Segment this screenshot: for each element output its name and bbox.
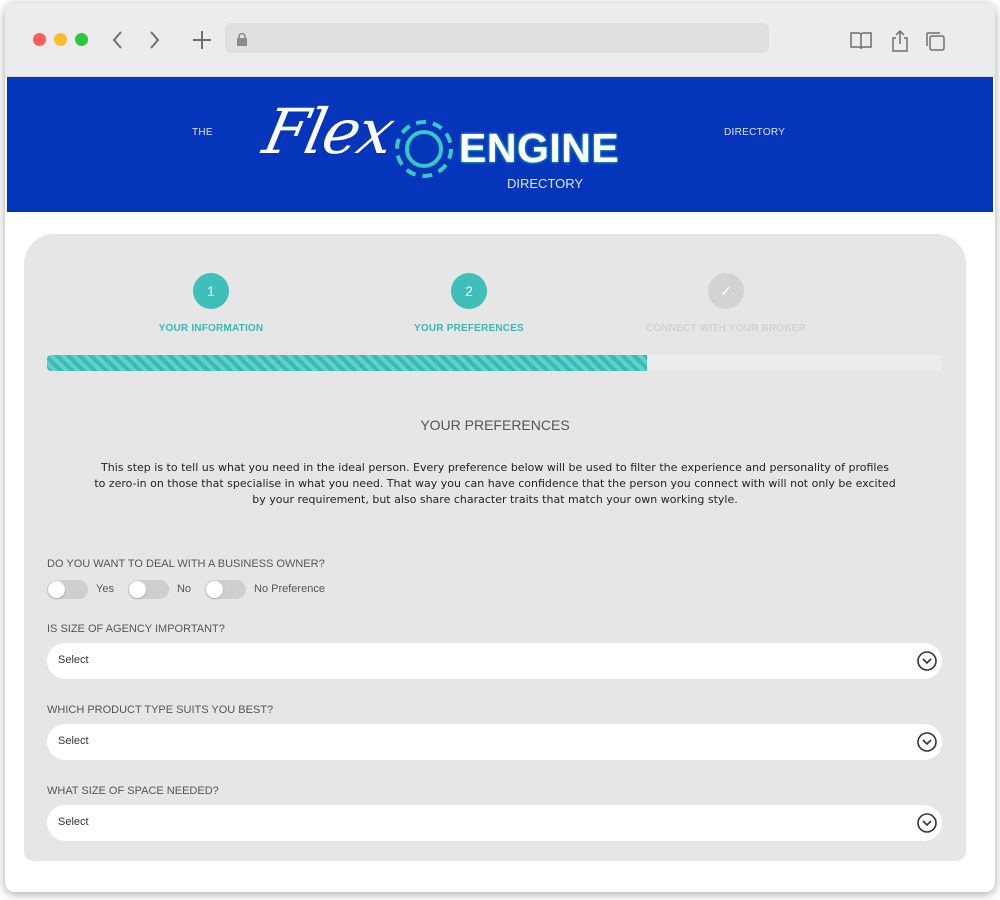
step-label: YOUR PREFERENCES	[414, 323, 524, 334]
option-label: Yes	[96, 583, 114, 595]
agency-size-select[interactable]: Select	[47, 643, 942, 679]
product-type-select[interactable]: Select	[47, 724, 942, 760]
step-your-information[interactable]: 1 YOUR INFORMATION	[91, 273, 331, 334]
preferences-form-card: 1 YOUR INFORMATION 2 YOUR PREFERENCES ✓ …	[24, 234, 966, 861]
step-your-preferences[interactable]: 2 YOUR PREFERENCES	[349, 273, 589, 334]
option-label: No Preference	[254, 583, 325, 595]
space-size-select[interactable]: Select	[47, 805, 942, 841]
step-label: YOUR INFORMATION	[158, 323, 264, 334]
section-title: YOUR PREFERENCES	[420, 417, 570, 433]
select-value: Select	[58, 816, 89, 828]
select-value: Select	[58, 735, 89, 747]
agency-size-question: IS SIZE OF AGENCY IMPORTANT?	[47, 623, 225, 635]
chevron-down-icon[interactable]	[916, 812, 938, 834]
option-no-preference[interactable]: No Preference	[205, 579, 325, 599]
chevron-down-icon[interactable]	[916, 650, 938, 672]
tabs-icon[interactable]	[923, 29, 947, 53]
section-description: This step is to tell us what you need in…	[94, 461, 896, 506]
option-label: No	[176, 583, 192, 595]
step-connect-with-broker[interactable]: ✓ CONNECT WITH YOUR BROKER	[606, 273, 846, 334]
business-owner-options: Yes No No Preference	[47, 578, 339, 600]
toggle-switch[interactable]	[205, 579, 247, 599]
reader-icon[interactable]	[849, 29, 873, 53]
browser-window: THE Flex ENGINE DIRECTORY DIRECTORY 1 YO…	[5, 3, 995, 892]
logo-script-text: Flex	[257, 95, 400, 168]
lock-icon	[237, 31, 247, 46]
banner-left-text: THE	[192, 127, 213, 138]
chevron-down-icon[interactable]	[916, 731, 938, 753]
progress-fill	[47, 355, 647, 371]
select-value: Select	[58, 654, 89, 666]
close-window-button[interactable]	[33, 33, 46, 46]
minimize-window-button[interactable]	[54, 33, 67, 46]
toggle-switch[interactable]	[127, 579, 169, 599]
share-icon[interactable]	[888, 29, 912, 53]
step-number: 2	[451, 273, 487, 309]
new-tab-icon[interactable]	[191, 27, 213, 53]
progress-bar	[47, 355, 942, 371]
forward-icon[interactable]	[143, 27, 165, 53]
product-type-question: WHICH PRODUCT TYPE SUITS YOU BEST?	[47, 704, 274, 716]
business-owner-question: DO YOU WANT TO DEAL WITH A BUSINESS OWNE…	[47, 558, 325, 570]
logo-directory-text: DIRECTORY	[507, 176, 584, 191]
banner-right-text: DIRECTORY	[724, 127, 786, 138]
check-icon: ✓	[708, 273, 744, 309]
option-no[interactable]: No	[127, 579, 192, 599]
option-yes[interactable]: Yes	[47, 579, 114, 599]
site-header-banner: THE Flex ENGINE DIRECTORY DIRECTORY	[7, 77, 993, 212]
gear-icon	[385, 110, 463, 188]
back-icon[interactable]	[107, 27, 129, 53]
space-size-question: WHAT SIZE OF SPACE NEEDED?	[47, 785, 219, 797]
browser-toolbar	[5, 3, 995, 77]
address-bar[interactable]	[225, 23, 769, 53]
maximize-window-button[interactable]	[75, 33, 88, 46]
toggle-switch[interactable]	[47, 579, 88, 599]
step-label: CONNECT WITH YOUR BROKER	[645, 323, 807, 334]
logo-engine-text: ENGINE	[459, 125, 620, 171]
step-number: 1	[193, 273, 229, 309]
